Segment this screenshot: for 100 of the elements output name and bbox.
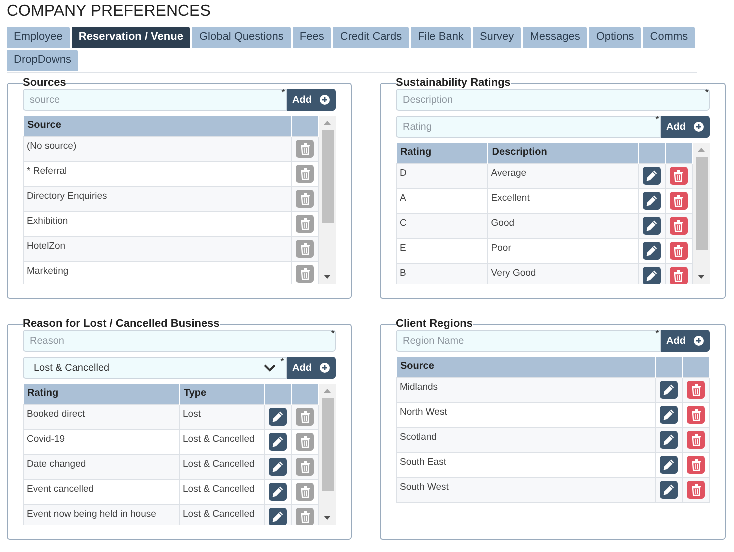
tab[interactable]: Credit Cards xyxy=(333,27,410,48)
delete-button[interactable] xyxy=(670,242,688,260)
pencil-icon xyxy=(272,486,284,498)
trash-icon xyxy=(673,244,684,256)
tab[interactable]: DropDowns xyxy=(7,50,78,71)
dropdown-field[interactable]: Lost & Cancelled * xyxy=(23,357,287,379)
trash-icon xyxy=(300,218,310,230)
delete-button[interactable] xyxy=(687,380,705,398)
delete-button[interactable] xyxy=(296,214,314,232)
delete-button[interactable] xyxy=(670,266,688,284)
tab[interactable]: Comms xyxy=(643,27,696,48)
delete-button[interactable] xyxy=(296,164,314,182)
required-mark: * xyxy=(331,328,335,342)
add-button[interactable]: Add xyxy=(660,330,710,352)
table-cell: Lost & Cancelled xyxy=(180,479,264,504)
edit-button[interactable] xyxy=(642,242,661,260)
table-cell: HotelZon xyxy=(24,236,292,261)
table-cell: * Referral xyxy=(24,161,292,186)
delete-button[interactable] xyxy=(670,216,688,234)
delete-button[interactable] xyxy=(296,140,314,158)
tab[interactable]: Reservation / Venue xyxy=(72,27,190,48)
required-mark: * xyxy=(705,87,709,101)
panel-title: Sources xyxy=(23,77,66,89)
edit-button[interactable] xyxy=(269,458,287,476)
tab[interactable]: Global Questions xyxy=(192,27,291,48)
panel-title: Sustainability Ratings xyxy=(396,77,511,89)
edit-button[interactable] xyxy=(660,430,678,448)
table-cell: Poor xyxy=(488,238,638,263)
table-cell: South West xyxy=(396,477,656,502)
delete-button[interactable] xyxy=(296,432,314,450)
table-cell: Lost & Cancelled xyxy=(180,504,264,525)
table-cell: C xyxy=(396,213,488,238)
edit-button[interactable] xyxy=(660,380,678,398)
table-cell: Midlands xyxy=(396,377,656,402)
trash-icon xyxy=(673,220,684,232)
chevron-down-icon xyxy=(264,364,276,372)
edit-button[interactable] xyxy=(269,508,287,525)
delete-button[interactable] xyxy=(296,508,314,525)
pencil-icon xyxy=(272,410,284,422)
required-mark: * xyxy=(656,114,660,128)
add-button[interactable]: Add xyxy=(286,357,336,379)
edit-button[interactable] xyxy=(660,480,678,498)
edit-button[interactable] xyxy=(660,406,678,424)
table-cell: Lost & Cancelled xyxy=(180,429,264,454)
tab[interactable]: Fees xyxy=(292,27,332,48)
edit-button[interactable] xyxy=(642,216,661,234)
edit-button[interactable] xyxy=(269,432,287,450)
edit-button[interactable] xyxy=(269,482,287,500)
trash-icon xyxy=(673,270,684,282)
pencil-icon xyxy=(663,408,675,420)
edit-button[interactable] xyxy=(642,192,661,210)
pencil-icon xyxy=(663,384,675,396)
delete-button[interactable] xyxy=(687,480,705,498)
pencil-icon xyxy=(646,244,658,256)
delete-button[interactable] xyxy=(687,456,705,474)
delete-button[interactable] xyxy=(670,192,688,210)
column-header: Source xyxy=(24,116,292,136)
panel-title: Reason for Lost / Cancelled Business xyxy=(23,318,220,330)
tab[interactable]: Options xyxy=(589,27,642,48)
trash-icon xyxy=(673,170,684,182)
delete-button[interactable] xyxy=(687,406,705,424)
edit-button[interactable] xyxy=(660,456,678,474)
edit-button[interactable] xyxy=(642,166,661,184)
scrollbar[interactable] xyxy=(319,384,336,525)
delete-button[interactable] xyxy=(687,430,705,448)
delete-button[interactable] xyxy=(670,166,688,184)
table-cell: (No source) xyxy=(24,136,292,161)
table-cell: Event cancelled xyxy=(24,479,180,504)
pencil-icon xyxy=(663,484,675,496)
add-button[interactable]: Add xyxy=(286,89,336,111)
trash-icon xyxy=(300,142,310,154)
table-cell: Average xyxy=(488,163,638,188)
column-header: Description xyxy=(488,143,638,163)
delete-button[interactable] xyxy=(296,190,314,208)
delete-button[interactable] xyxy=(296,408,314,426)
column-header: Rating xyxy=(396,143,488,163)
table-cell: Scotland xyxy=(396,427,656,452)
scrollbar[interactable] xyxy=(319,116,336,284)
table-cell: Very Good xyxy=(488,263,638,284)
scrollbar[interactable] xyxy=(693,143,710,284)
table-cell: North West xyxy=(396,402,656,427)
table-cell: Excellent xyxy=(488,188,638,213)
add-button[interactable]: Add xyxy=(660,116,710,138)
table-cell: Lost xyxy=(180,404,264,429)
delete-button[interactable] xyxy=(296,458,314,476)
tab[interactable]: Survey xyxy=(472,27,522,48)
trash-icon xyxy=(690,408,702,420)
tab[interactable]: File Bank xyxy=(411,27,471,48)
trash-icon xyxy=(673,194,684,206)
pencil-icon xyxy=(272,460,284,472)
plus-icon xyxy=(694,122,704,132)
delete-button[interactable] xyxy=(296,482,314,500)
edit-button[interactable] xyxy=(642,266,661,284)
edit-button[interactable] xyxy=(269,408,287,426)
pencil-icon xyxy=(663,434,675,446)
tab[interactable]: Messages xyxy=(523,27,588,48)
tab[interactable]: Employee xyxy=(7,27,70,48)
table-cell: Exhibition xyxy=(24,211,292,236)
delete-button[interactable] xyxy=(296,264,314,282)
delete-button[interactable] xyxy=(296,240,314,258)
